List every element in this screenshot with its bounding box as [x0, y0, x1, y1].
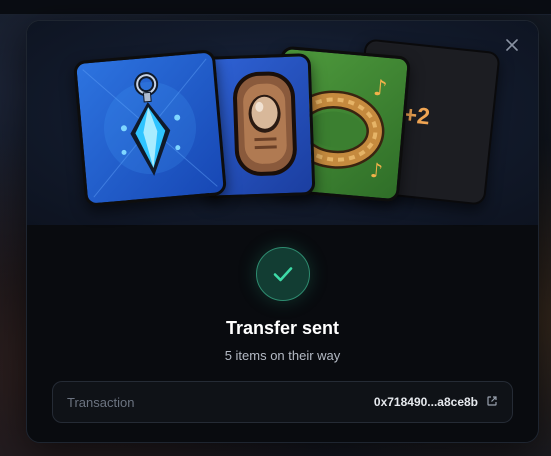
- svg-text:♪: ♪: [369, 158, 384, 183]
- items-preview: +2 ♪ ♪: [27, 21, 538, 225]
- modal-subtitle: 5 items on their way: [224, 348, 341, 363]
- modal-title: Transfer sent: [225, 318, 340, 338]
- transaction-row: Transaction 0x718490...a8ce8b: [52, 381, 513, 423]
- close-icon[interactable]: [504, 37, 520, 53]
- background-topbar: [0, 0, 551, 15]
- item-card-gem-pendant: [72, 49, 228, 207]
- success-status: [256, 247, 310, 301]
- external-link-icon[interactable]: [486, 395, 498, 407]
- svg-text:♪: ♪: [372, 76, 388, 102]
- gem-pendant-icon: [82, 58, 218, 198]
- transaction-hash-link[interactable]: 0x718490...a8ce8b: [374, 395, 478, 409]
- check-icon: [273, 267, 293, 282]
- transfer-success-modal: +2 ♪ ♪ Transfer sent 5 items on their wa…: [26, 20, 539, 443]
- transaction-label: Transaction: [67, 395, 135, 410]
